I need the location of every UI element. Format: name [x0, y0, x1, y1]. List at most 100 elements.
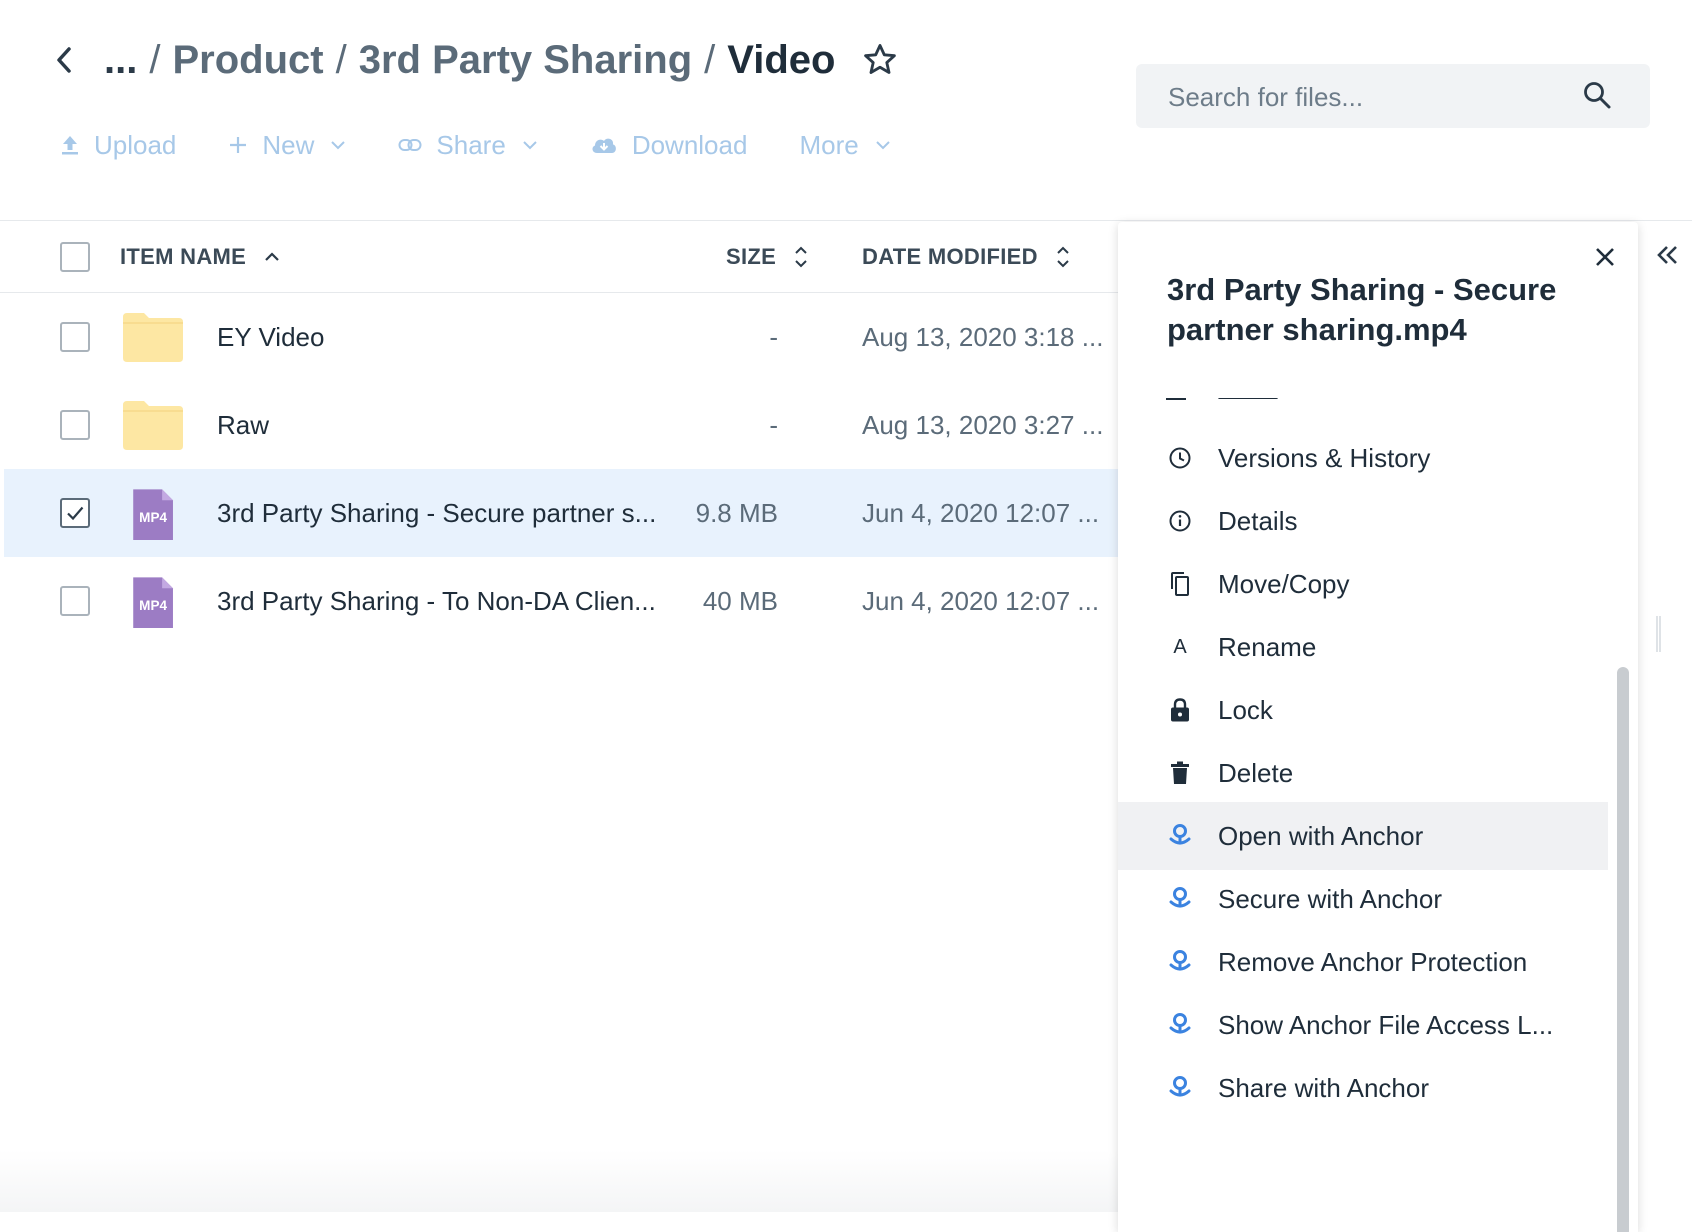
menu-item-show-anchor-access-log[interactable]: Show Anchor File Access L... — [1118, 991, 1608, 1059]
search-box — [1136, 64, 1650, 130]
plus-icon — [230, 137, 247, 153]
link-icon — [398, 139, 422, 151]
row-checkbox[interactable] — [60, 322, 90, 352]
actions-menu: Versions & History Details Move/Copy A R… — [1118, 398, 1608, 1228]
column-header-size-label: SIZE — [726, 244, 777, 269]
menu-item-partial — [1166, 398, 1286, 404]
close-icon[interactable] — [1592, 244, 1618, 270]
checkmark-icon — [67, 506, 84, 521]
row-checkbox[interactable] — [60, 410, 90, 440]
menu-item-rename[interactable]: A Rename — [1118, 613, 1608, 681]
new-label: New — [262, 129, 315, 160]
download-label: Download — [631, 129, 748, 160]
menu-item-label: Secure with Anchor — [1218, 883, 1443, 914]
resize-handle[interactable] — [1656, 616, 1661, 652]
share-button[interactable]: Share — [398, 130, 537, 161]
upload-button[interactable]: Upload — [60, 130, 176, 161]
panel-title: 3rd Party Sharing - Secure partner shari… — [1167, 272, 1557, 347]
mp4-badge: MP4 — [139, 598, 167, 613]
chevron-down-icon — [523, 141, 537, 150]
menu-item-label: Delete — [1218, 757, 1294, 788]
trash-icon — [1166, 759, 1194, 787]
menu-item-label: Show Anchor File Access L... — [1218, 1009, 1554, 1040]
toolbar: Upload New Share Download More — [60, 122, 943, 168]
lock-icon — [1166, 696, 1194, 724]
search-icon[interactable] — [1582, 80, 1612, 110]
menu-item-open-with-anchor[interactable]: Open with Anchor — [1118, 802, 1608, 870]
menu-item-remove-anchor-protection[interactable]: Remove Anchor Protection — [1118, 928, 1608, 996]
anchor-icon — [1166, 885, 1194, 913]
menu-item-label: Remove Anchor Protection — [1218, 946, 1528, 977]
download-button[interactable]: Download — [590, 129, 748, 161]
menu-item-label: Share with Anchor — [1218, 1072, 1430, 1103]
column-header-date[interactable]: DATE MODIFIED — [862, 244, 1070, 270]
menu-item-label: Versions & History — [1218, 442, 1431, 473]
row-checkbox-checked[interactable] — [60, 498, 90, 528]
breadcrumb-separator: / — [704, 37, 716, 82]
star-icon[interactable] — [861, 41, 899, 79]
table-row[interactable]: Raw - Aug 13, 2020 3:27 ... — [4, 381, 1118, 469]
chevron-down-icon — [331, 141, 346, 150]
row-date: Jun 4, 2020 12:07 ... — [862, 586, 1100, 616]
mp4-file-icon: MP4 — [133, 489, 173, 540]
cloud-download-icon — [592, 138, 616, 153]
menu-item-details[interactable]: Details — [1118, 487, 1608, 555]
row-date: Aug 13, 2020 3:18 ... — [862, 322, 1104, 352]
column-header-name-label: ITEM NAME — [120, 244, 247, 269]
menu-item-label: Details — [1218, 505, 1298, 536]
scrollbar-thumb[interactable] — [1617, 667, 1629, 1232]
row-name[interactable]: 3rd Party Sharing - To Non-DA Clien... — [217, 557, 656, 645]
mp4-badge: MP4 — [139, 510, 167, 525]
new-button[interactable]: New — [228, 130, 346, 161]
row-name[interactable]: Raw — [217, 381, 269, 469]
row-date: Aug 13, 2020 3:27 ... — [862, 410, 1104, 440]
copy-icon — [1166, 570, 1194, 598]
background-fade — [0, 1150, 1118, 1212]
row-name[interactable]: EY Video — [217, 293, 324, 381]
menu-item-delete[interactable]: Delete — [1118, 739, 1608, 807]
divider — [0, 220, 1692, 221]
upload-label: Upload — [94, 129, 177, 160]
rename-icon: A — [1166, 633, 1194, 661]
upload-icon — [62, 136, 78, 155]
double-chevron-left-icon[interactable] — [1656, 244, 1680, 266]
chevron-left-icon[interactable] — [56, 40, 78, 80]
row-size: 9.8 MB — [695, 498, 778, 528]
breadcrumb: ... / Product / 3rd Party Sharing / Vide… — [56, 34, 899, 86]
file-actions-panel: 3rd Party Sharing - Secure partner shari… — [1118, 222, 1638, 1232]
menu-item-share-with-anchor[interactable]: Share with Anchor — [1118, 1054, 1608, 1122]
sort-ascending-icon — [265, 252, 279, 261]
anchor-icon — [1166, 1011, 1194, 1039]
menu-item-move-copy[interactable]: Move/Copy — [1118, 550, 1608, 618]
row-date: Jun 4, 2020 12:07 ... — [862, 498, 1100, 528]
row-size: - — [769, 322, 778, 352]
column-header-name[interactable]: ITEM NAME — [120, 244, 280, 270]
breadcrumb-ellipsis[interactable]: ... — [104, 38, 137, 83]
info-icon — [1166, 507, 1194, 535]
column-header-size[interactable]: SIZE — [726, 244, 808, 270]
menu-item-secure-with-anchor[interactable]: Secure with Anchor — [1118, 865, 1608, 933]
menu-item-label: Lock — [1218, 694, 1273, 725]
breadcrumb-item-3rd-party-sharing[interactable]: 3rd Party Sharing — [359, 38, 692, 83]
table-row[interactable]: MP4 3rd Party Sharing - To Non-DA Clien.… — [4, 557, 1118, 645]
more-label: More — [799, 129, 859, 160]
anchor-icon — [1166, 948, 1194, 976]
row-checkbox[interactable] — [60, 586, 90, 616]
breadcrumb-item-product[interactable]: Product — [172, 38, 323, 83]
menu-item-lock[interactable]: Lock — [1118, 676, 1608, 744]
select-all-checkbox[interactable] — [60, 242, 90, 272]
more-button[interactable]: More — [799, 130, 890, 161]
breadcrumb-current: Video — [727, 37, 836, 82]
mp4-file-icon: MP4 — [133, 577, 173, 628]
table-row-selected[interactable]: MP4 3rd Party Sharing - Secure partner s… — [4, 469, 1118, 557]
menu-item-label: Move/Copy — [1218, 568, 1350, 599]
search-input[interactable] — [1166, 64, 1570, 130]
folder-icon — [123, 313, 183, 362]
menu-item-versions-history[interactable]: Versions & History — [1118, 424, 1608, 492]
row-name[interactable]: 3rd Party Sharing - Secure partner s... — [217, 469, 656, 557]
folder-icon — [123, 401, 183, 450]
table-row[interactable]: EY Video - Aug 13, 2020 3:18 ... — [4, 293, 1118, 381]
list-header: ITEM NAME SIZE DATE MODIFIED — [0, 222, 1118, 293]
menu-item-label: Open with Anchor — [1218, 820, 1424, 851]
row-size: - — [769, 410, 778, 440]
